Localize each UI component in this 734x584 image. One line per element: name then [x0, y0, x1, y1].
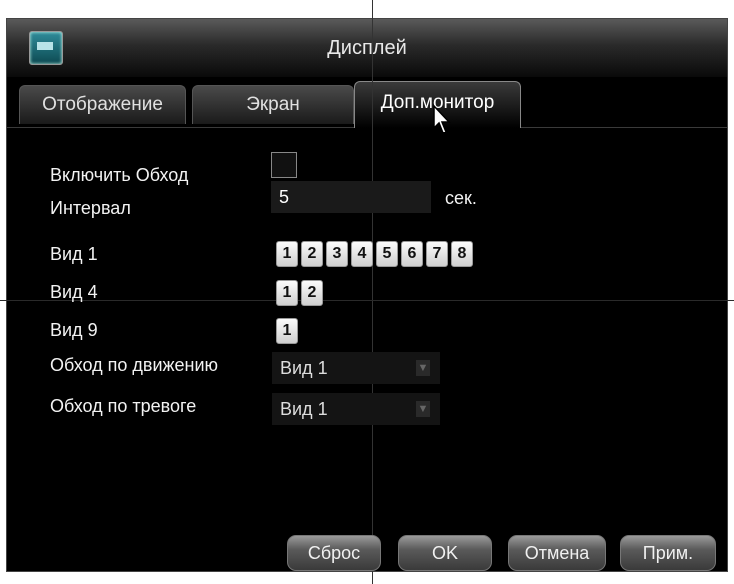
alarm-tour-select[interactable]: Вид 1 ▼: [272, 393, 440, 425]
title-bar: Дисплей: [7, 19, 727, 78]
motion-tour-value: Вид 1: [280, 358, 328, 378]
tab-screen[interactable]: Экран: [192, 85, 354, 124]
view1-channel-button[interactable]: 2: [301, 241, 323, 267]
alarm-tour-value: Вид 1: [280, 399, 328, 419]
crosshair-horizontal-line: [0, 300, 734, 301]
interval-input[interactable]: 5: [271, 181, 431, 213]
view4-label: Вид 4: [50, 282, 98, 302]
enable-tour-checkbox[interactable]: [271, 152, 297, 178]
view1-channel-button[interactable]: 1: [276, 241, 298, 267]
view4-channel-button[interactable]: 1: [276, 280, 298, 306]
display-dialog: Дисплей Отображение Экран Доп.монитор: [6, 18, 728, 572]
crosshair-vertical-line: [372, 0, 373, 584]
alarm-tour-label: Обход по тревоге: [50, 396, 197, 416]
view9-label: Вид 9: [50, 320, 98, 340]
chevron-down-icon: ▼: [416, 360, 430, 376]
view1-channel-button[interactable]: 3: [326, 241, 348, 267]
view1-channel-button[interactable]: 5: [376, 241, 398, 267]
view1-channel-button[interactable]: 7: [426, 241, 448, 267]
view1-channel-button[interactable]: 8: [451, 241, 473, 267]
view4-button-group: 1 2: [276, 280, 323, 306]
reset-button[interactable]: Сброс: [287, 535, 381, 571]
interval-label: Интервал: [50, 198, 131, 218]
view1-label: Вид 1: [50, 244, 98, 264]
motion-tour-select[interactable]: Вид 1 ▼: [272, 352, 440, 384]
view1-channel-button[interactable]: 6: [401, 241, 423, 267]
chevron-down-icon: ▼: [416, 401, 430, 417]
view1-channel-button[interactable]: 4: [351, 241, 373, 267]
ok-button[interactable]: OK: [398, 535, 492, 571]
apply-button[interactable]: Прим.: [620, 535, 716, 571]
view9-channel-button[interactable]: 1: [276, 318, 298, 344]
interval-unit-label: сек.: [445, 188, 477, 208]
motion-tour-label: Обход по движению: [50, 355, 219, 375]
cancel-button[interactable]: Отмена: [508, 535, 606, 571]
view1-button-group: 1 2 3 4 5 6 7 8: [276, 241, 473, 267]
tab-display[interactable]: Отображение: [19, 85, 186, 124]
view9-button-group: 1: [276, 318, 298, 344]
view4-channel-button[interactable]: 2: [301, 280, 323, 306]
window-title: Дисплей: [327, 37, 407, 59]
mouse-pointer-icon: [433, 104, 451, 134]
enable-tour-label: Включить Обход: [50, 165, 189, 185]
tab-bar: Отображение Экран Доп.монитор: [7, 77, 727, 128]
